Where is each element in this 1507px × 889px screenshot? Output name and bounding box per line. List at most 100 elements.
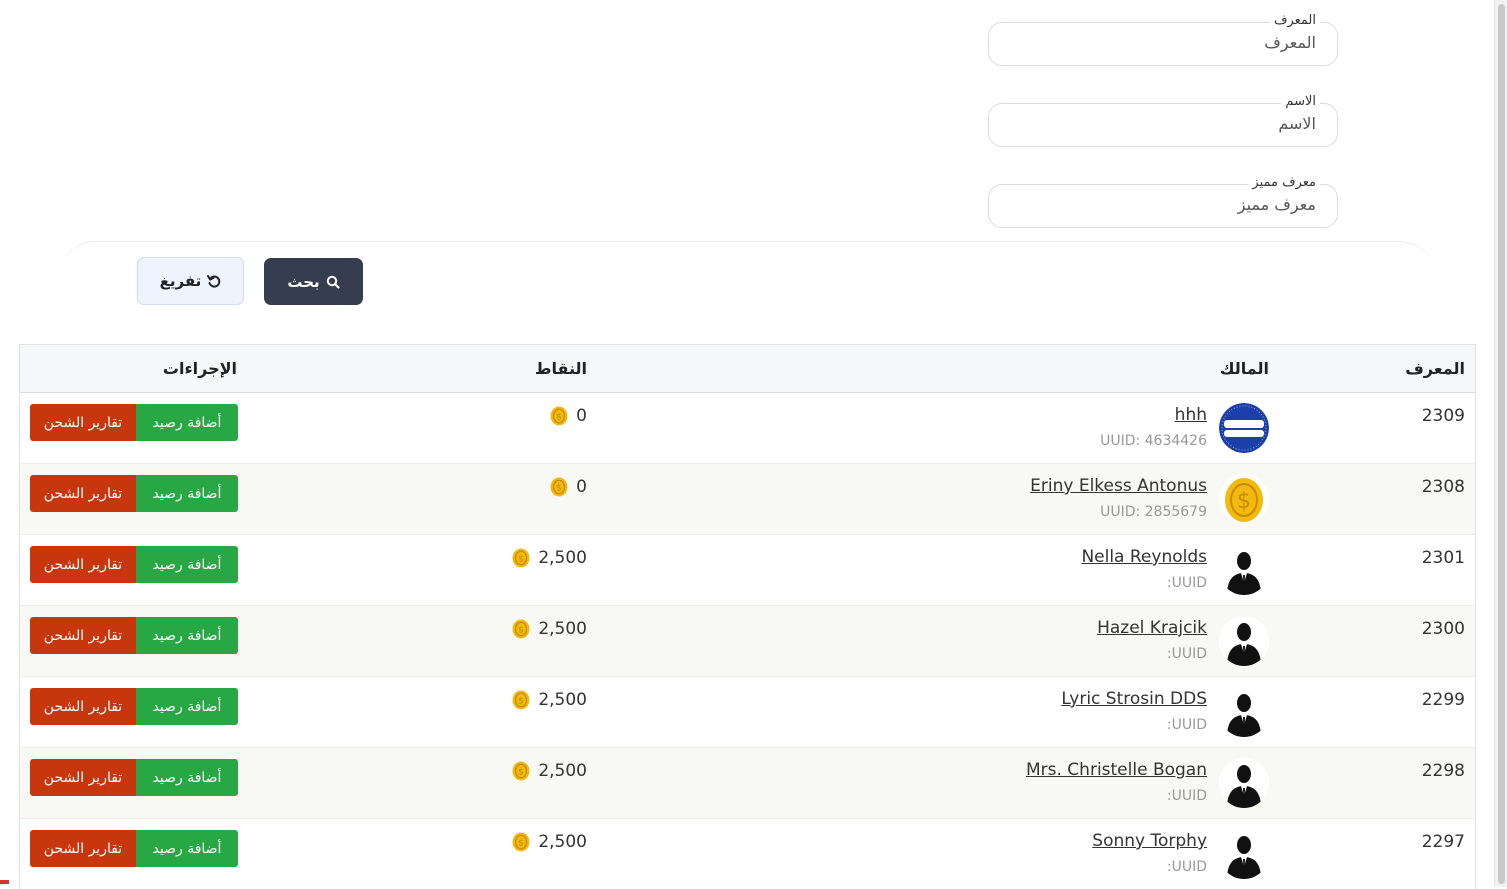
owner-uuid: UUID: bbox=[1166, 859, 1207, 875]
header-owner: المالك bbox=[1219, 359, 1269, 378]
avatar bbox=[1219, 616, 1269, 666]
person-silhouette-icon bbox=[1219, 829, 1269, 879]
points-value: 2,500 bbox=[538, 690, 587, 710]
gold-coin-avatar-icon: $ bbox=[1219, 474, 1269, 524]
owner-name-link[interactable]: Sonny Torphy bbox=[1092, 831, 1207, 851]
charge-reports-button[interactable]: تقارير الشحن bbox=[30, 546, 136, 583]
owner-name-link[interactable]: Mrs. Christelle Bogan bbox=[1026, 760, 1207, 780]
filter-uuid: معرف مميز bbox=[988, 175, 1338, 228]
add-balance-button[interactable]: أضافة رصيد bbox=[136, 830, 238, 867]
table-row: 2298 Mrs. Christelle Bogan UUID: 2,500 $… bbox=[20, 748, 1475, 819]
add-balance-button[interactable]: أضافة رصيد bbox=[136, 759, 238, 796]
person-silhouette-icon bbox=[1219, 758, 1269, 808]
table-row: 2308 $ Eriny Elkess Antonus UUID: 285567… bbox=[20, 464, 1475, 535]
name-input[interactable] bbox=[1014, 113, 1318, 134]
row-id: 2308 bbox=[1421, 477, 1465, 497]
search-icon bbox=[326, 275, 340, 289]
points-value: 2,500 bbox=[538, 761, 587, 781]
svg-text:$: $ bbox=[556, 413, 562, 423]
person-silhouette-icon bbox=[1219, 616, 1269, 666]
owner-uuid: UUID: 2855679 bbox=[1100, 504, 1207, 520]
points-cell: 2,500 $ bbox=[512, 690, 587, 710]
uuid-input[interactable] bbox=[1014, 194, 1318, 215]
points-cell: 2,500 $ bbox=[512, 619, 587, 639]
coin-icon: $ bbox=[512, 619, 530, 639]
table-row: 2300 Hazel Krajcik UUID: 2,500 $ أضافة ر… bbox=[20, 606, 1475, 677]
avatar bbox=[1219, 545, 1269, 595]
svg-text:$: $ bbox=[556, 484, 562, 494]
owner-name-link[interactable]: Eriny Elkess Antonus bbox=[1030, 476, 1207, 496]
charge-reports-button[interactable]: تقارير الشحن bbox=[30, 404, 136, 441]
filter-id: المعرف bbox=[988, 13, 1338, 66]
filter-id-label: المعرف bbox=[1269, 13, 1320, 28]
search-button-label: بحث bbox=[287, 272, 320, 291]
svg-text:$: $ bbox=[518, 768, 524, 778]
points-cell: 0 $ bbox=[550, 406, 587, 426]
header-actions: الإجراءات bbox=[162, 359, 237, 378]
add-balance-button[interactable]: أضافة رصيد bbox=[136, 546, 238, 583]
id-input[interactable] bbox=[1014, 32, 1318, 53]
table-row: 2301 Nella Reynolds UUID: 2,500 $ أضافة … bbox=[20, 535, 1475, 606]
owner-uuid: UUID: 4634426 bbox=[1100, 433, 1207, 449]
coin-icon: $ bbox=[512, 548, 530, 568]
coin-icon: $ bbox=[550, 477, 568, 497]
refresh-icon bbox=[207, 275, 221, 288]
svg-text:$: $ bbox=[518, 626, 524, 636]
owner-uuid: UUID: bbox=[1166, 788, 1207, 804]
svg-text:$: $ bbox=[518, 555, 524, 565]
header-points: النقاط bbox=[534, 359, 587, 378]
owner-name-link[interactable]: Nella Reynolds bbox=[1081, 547, 1207, 567]
svg-text:$: $ bbox=[518, 839, 524, 849]
edge-marker bbox=[0, 880, 9, 884]
points-value: 0 bbox=[576, 477, 587, 497]
avatar bbox=[1219, 403, 1269, 453]
blue-card-avatar-icon bbox=[1219, 403, 1269, 453]
svg-text:$: $ bbox=[518, 697, 524, 707]
avatar: $ bbox=[1219, 474, 1269, 524]
add-balance-button[interactable]: أضافة رصيد bbox=[136, 688, 238, 725]
points-value: 2,500 bbox=[538, 619, 587, 639]
coin-icon: $ bbox=[512, 690, 530, 710]
filter-uuid-label: معرف مميز bbox=[1248, 175, 1320, 190]
coin-icon: $ bbox=[550, 406, 568, 426]
points-cell: 2,500 $ bbox=[512, 548, 587, 568]
charge-reports-button[interactable]: تقارير الشحن bbox=[30, 475, 136, 512]
header-id: المعرف bbox=[1405, 359, 1465, 378]
coin-icon: $ bbox=[512, 761, 530, 781]
add-balance-button[interactable]: أضافة رصيد bbox=[136, 404, 238, 441]
row-id: 2299 bbox=[1421, 690, 1465, 710]
owner-uuid: UUID: bbox=[1166, 575, 1207, 591]
vertical-scrollbar[interactable] bbox=[1494, 0, 1507, 887]
avatar bbox=[1219, 829, 1269, 879]
charge-reports-button[interactable]: تقارير الشحن bbox=[30, 759, 136, 796]
charge-reports-button[interactable]: تقارير الشحن bbox=[30, 617, 136, 654]
points-cell: 2,500 $ bbox=[512, 761, 587, 781]
owner-uuid: UUID: bbox=[1166, 646, 1207, 662]
owner-name-link[interactable]: Hazel Krajcik bbox=[1097, 618, 1207, 638]
owner-uuid: UUID: bbox=[1166, 717, 1207, 733]
reset-button[interactable]: تفريغ bbox=[137, 257, 244, 305]
person-silhouette-icon bbox=[1219, 545, 1269, 595]
points-value: 2,500 bbox=[538, 832, 587, 852]
filter-name-label: الاسم bbox=[1281, 94, 1320, 109]
charge-reports-button[interactable]: تقارير الشحن bbox=[30, 830, 136, 867]
owner-name-link[interactable]: Lyric Strosin DDS bbox=[1061, 689, 1207, 709]
person-silhouette-icon bbox=[1219, 687, 1269, 737]
search-button[interactable]: بحث bbox=[264, 258, 363, 305]
table-header: المعرف المالك النقاط الإجراءات bbox=[20, 345, 1475, 393]
points-cell: 0 $ bbox=[550, 477, 587, 497]
row-id: 2300 bbox=[1421, 619, 1465, 639]
owner-name-link[interactable]: hhh bbox=[1175, 405, 1207, 425]
avatar bbox=[1219, 687, 1269, 737]
points-value: 0 bbox=[576, 406, 587, 426]
row-id: 2301 bbox=[1421, 548, 1465, 568]
svg-text:$: $ bbox=[1237, 489, 1251, 514]
filter-name: الاسم bbox=[988, 94, 1338, 147]
add-balance-button[interactable]: أضافة رصيد bbox=[136, 475, 238, 512]
table-row: 2309 hhh UUID: 4634426 0 $ أضافة رصيد تق… bbox=[20, 393, 1475, 464]
scrollbar-thumb[interactable] bbox=[1498, 4, 1505, 884]
charge-reports-button[interactable]: تقارير الشحن bbox=[30, 688, 136, 725]
reset-button-label: تفريغ bbox=[159, 272, 202, 290]
avatar bbox=[1219, 758, 1269, 808]
add-balance-button[interactable]: أضافة رصيد bbox=[136, 617, 238, 654]
